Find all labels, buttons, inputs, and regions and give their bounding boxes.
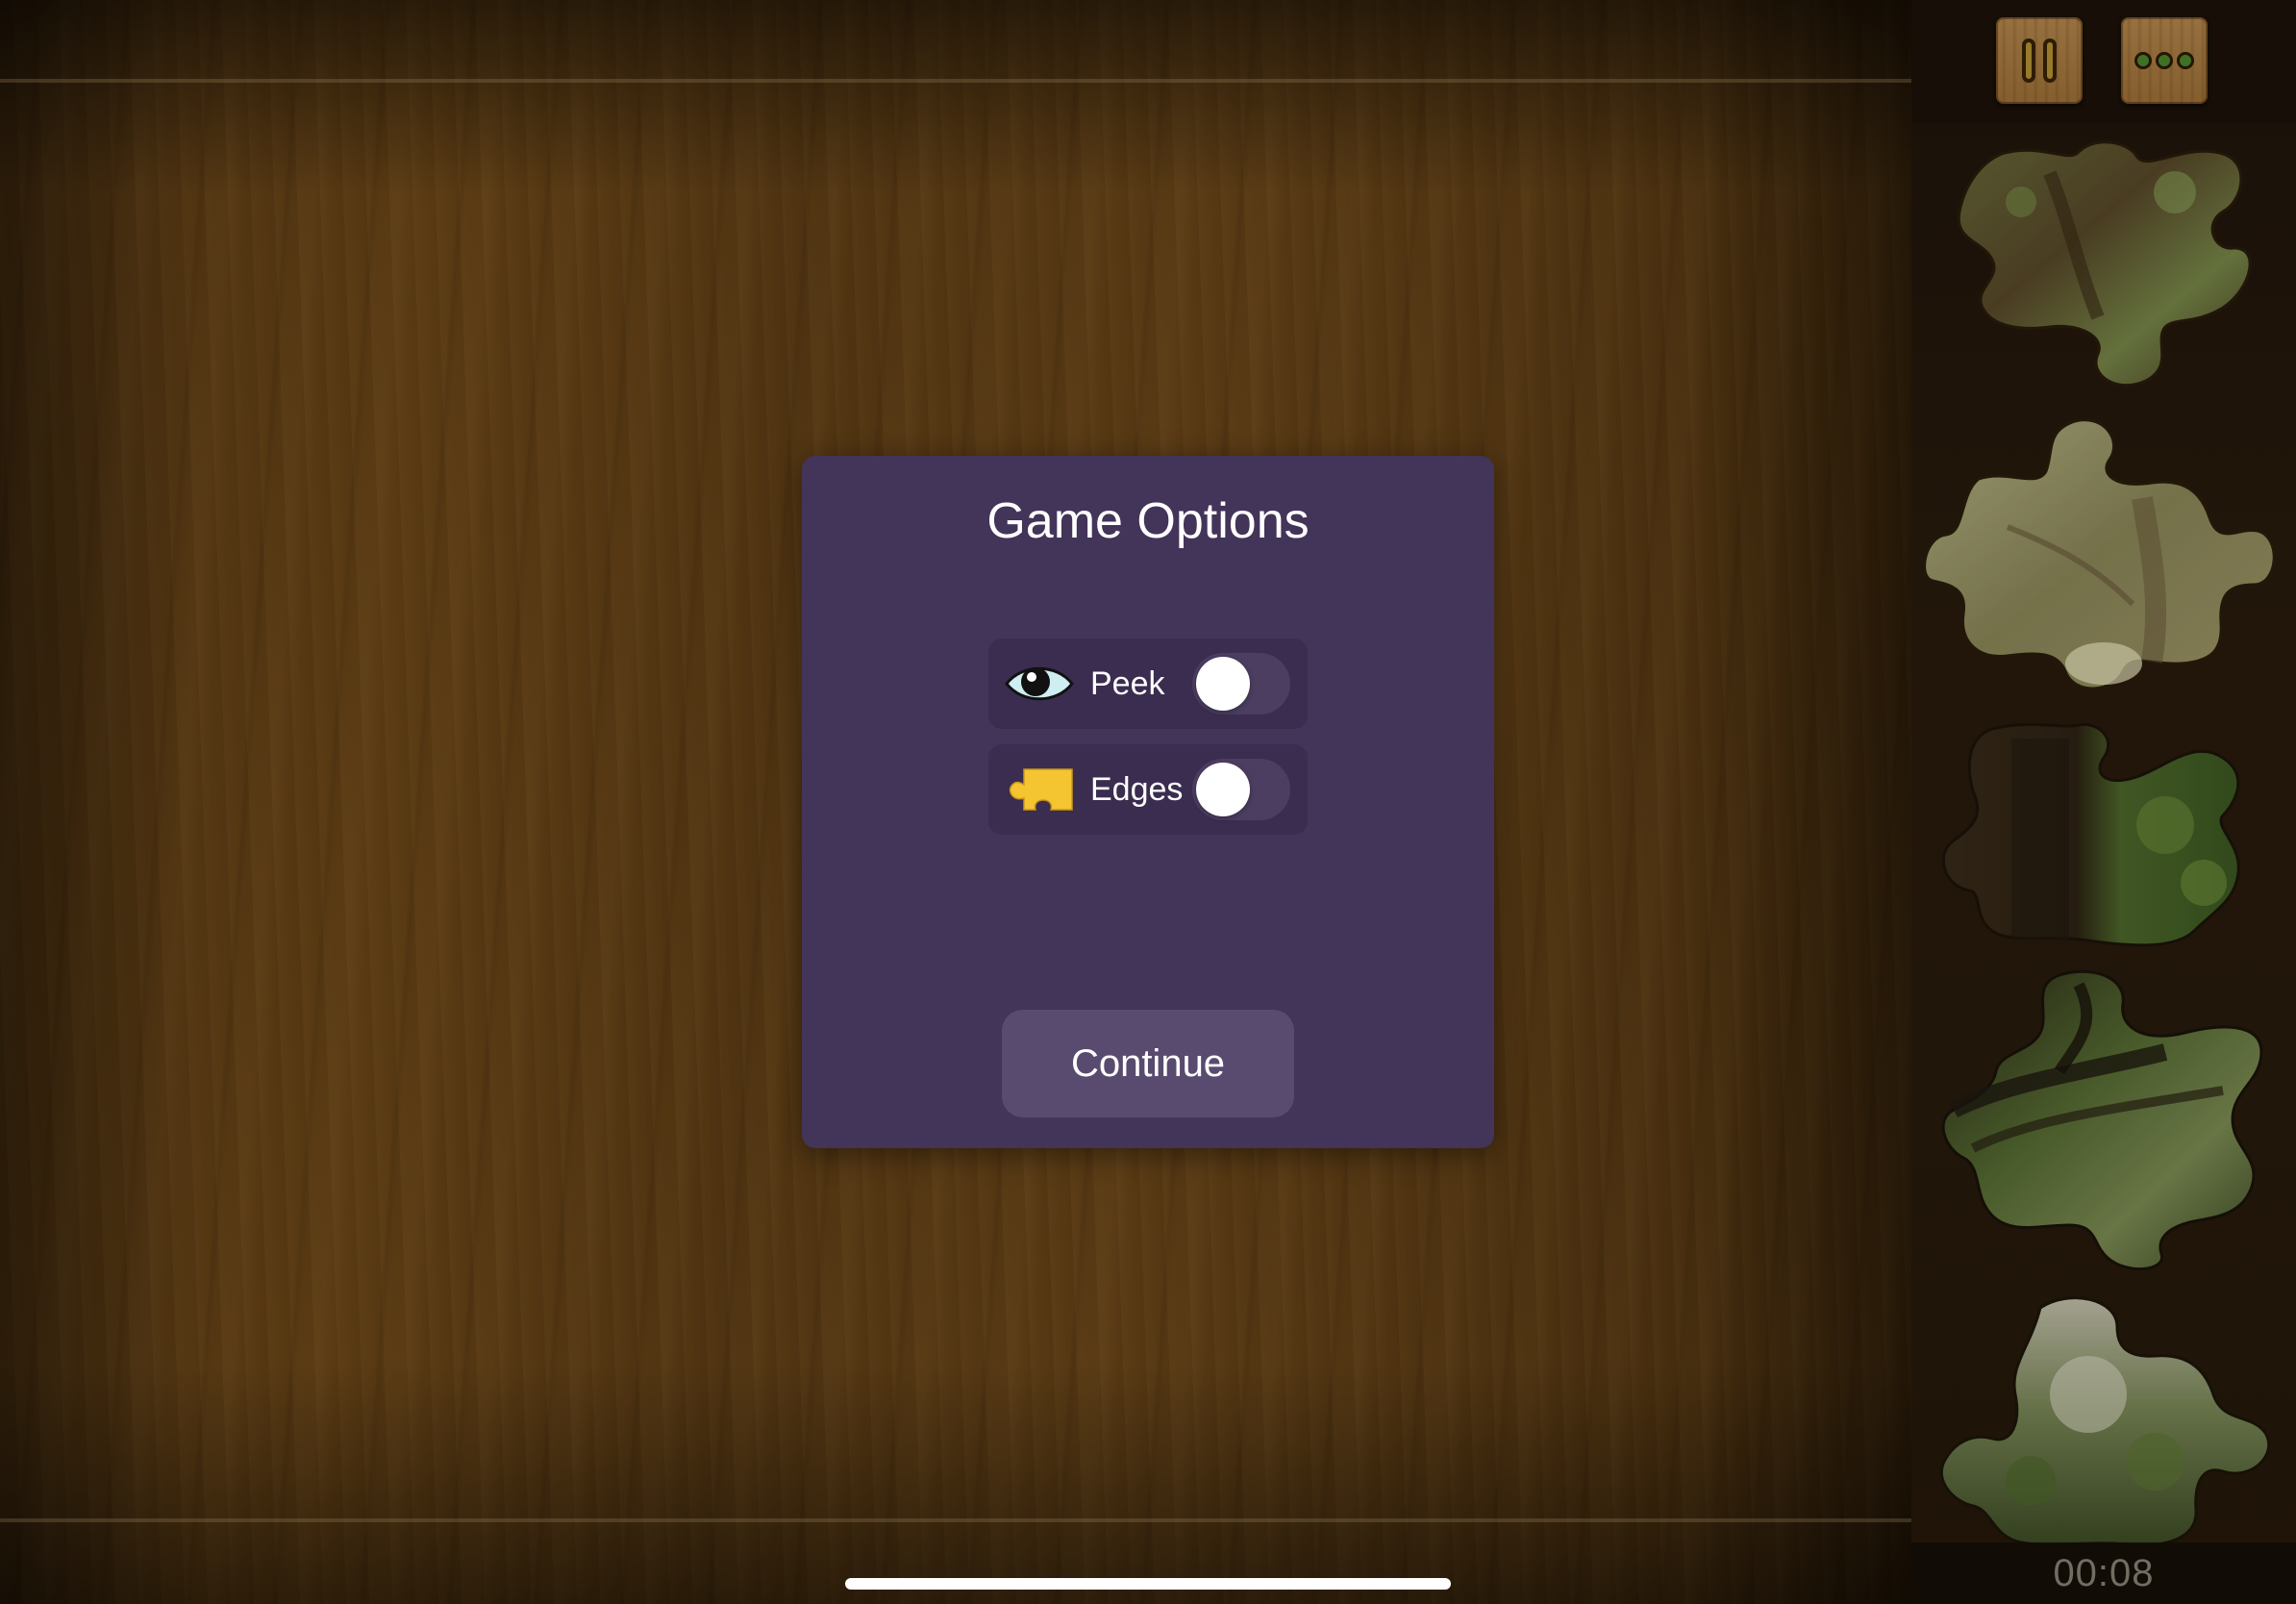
continue-button[interactable]: Continue bbox=[1002, 1010, 1294, 1117]
option-row-edges[interactable]: Edges bbox=[988, 744, 1308, 835]
peek-toggle[interactable] bbox=[1192, 653, 1290, 714]
toggle-knob bbox=[1196, 763, 1250, 816]
toggle-knob bbox=[1196, 657, 1250, 711]
game-options-dialog: Game Options Peek Edges Continue bbox=[802, 456, 1494, 1148]
option-label-edges: Edges bbox=[1090, 771, 1184, 808]
edge-piece-icon bbox=[1004, 763, 1075, 816]
eye-icon bbox=[1004, 657, 1075, 711]
edges-toggle[interactable] bbox=[1192, 759, 1290, 820]
option-row-peek[interactable]: Peek bbox=[988, 639, 1308, 729]
option-label-peek: Peek bbox=[1090, 665, 1165, 702]
dialog-title: Game Options bbox=[986, 493, 1310, 549]
home-indicator[interactable] bbox=[845, 1578, 1451, 1590]
